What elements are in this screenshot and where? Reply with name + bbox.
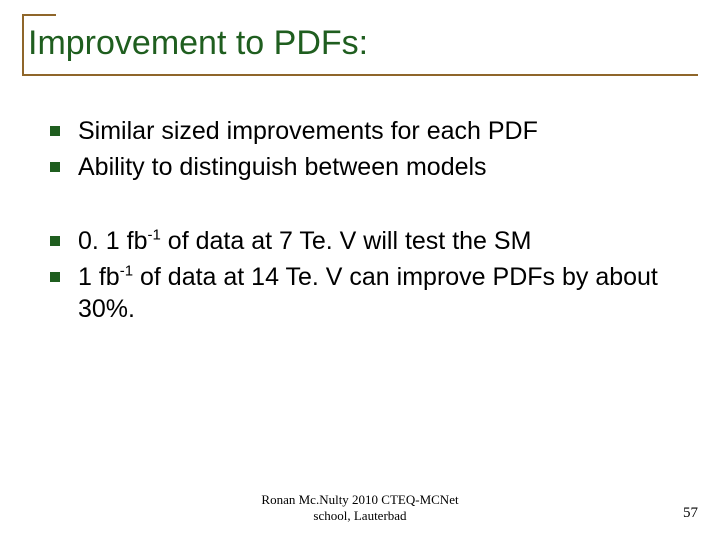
footer-line-1: Ronan Mc.Nulty 2010 CTEQ-MCNet xyxy=(0,492,720,508)
title-container: Improvement to PDFs: xyxy=(22,14,698,69)
bullet-text: Similar sized improvements for each PDF xyxy=(78,115,538,147)
bullet-group-2: 0. 1 fb-1 of data at 7 Te. V will test t… xyxy=(50,225,690,325)
superscript: -1 xyxy=(148,227,161,244)
superscript: -1 xyxy=(120,263,133,280)
bullet-text: 0. 1 fb-1 of data at 7 Te. V will test t… xyxy=(78,225,531,257)
rule-top xyxy=(22,14,56,16)
list-item: Similar sized improvements for each PDF xyxy=(50,115,690,147)
footer: Ronan Mc.Nulty 2010 CTEQ-MCNet school, L… xyxy=(0,492,720,525)
footer-line-2: school, Lauterbad xyxy=(0,508,720,524)
page-number: 57 xyxy=(683,505,698,522)
bullet-text: Ability to distinguish between models xyxy=(78,151,487,183)
slide: Improvement to PDFs: Similar sized impro… xyxy=(0,0,720,540)
list-item: 0. 1 fb-1 of data at 7 Te. V will test t… xyxy=(50,225,690,257)
square-bullet-icon xyxy=(50,236,60,246)
list-item: Ability to distinguish between models xyxy=(50,151,690,183)
page-title: Improvement to PDFs: xyxy=(22,14,698,63)
list-item: 1 fb-1 of data at 14 Te. V can improve P… xyxy=(50,261,690,325)
bullet-text: 1 fb-1 of data at 14 Te. V can improve P… xyxy=(78,261,690,325)
bullet-group-1: Similar sized improvements for each PDF … xyxy=(50,115,690,183)
text-pre: 1 fb xyxy=(78,263,120,291)
text-post: of data at 7 Te. V will test the SM xyxy=(161,227,532,255)
text-post: of data at 14 Te. V can improve PDFs by … xyxy=(78,263,658,323)
rule-bottom xyxy=(22,74,698,76)
content: Similar sized improvements for each PDF … xyxy=(22,69,698,325)
rule-left xyxy=(22,14,24,76)
square-bullet-icon xyxy=(50,272,60,282)
square-bullet-icon xyxy=(50,162,60,172)
text-pre: 0. 1 fb xyxy=(78,227,148,255)
square-bullet-icon xyxy=(50,126,60,136)
